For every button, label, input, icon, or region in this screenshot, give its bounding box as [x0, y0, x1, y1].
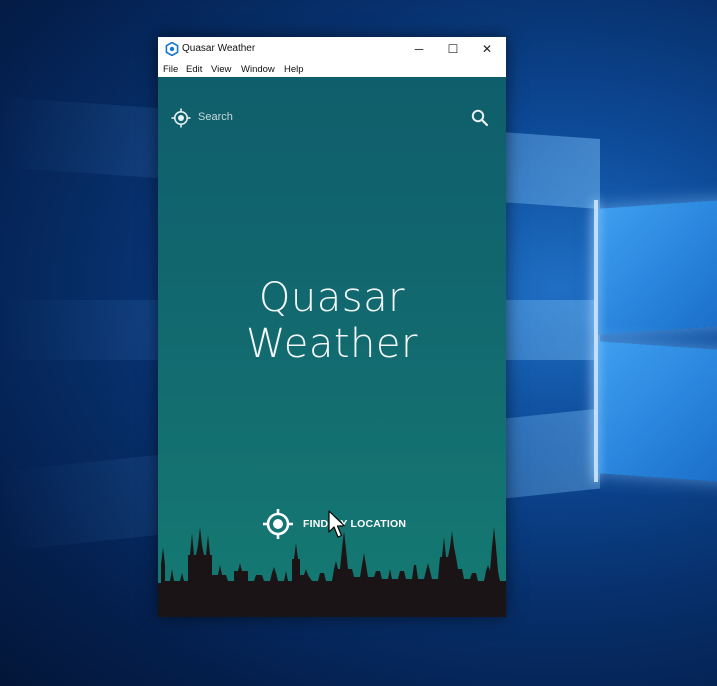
crosshair-location-icon[interactable] — [170, 107, 192, 129]
app-hero-title: Quasar Weather — [158, 275, 506, 367]
hero-title-line-2: Weather — [246, 321, 418, 367]
maximize-button[interactable]: ☐ — [436, 37, 470, 61]
windows-logo-pane — [596, 199, 717, 335]
menu-view[interactable]: View — [211, 64, 231, 75]
menu-bar: File Edit View Window Help — [158, 61, 506, 78]
menu-window[interactable]: Window — [241, 64, 275, 75]
windows-logo-edge — [594, 200, 598, 482]
quasar-logo-icon — [165, 42, 179, 56]
mouse-cursor-icon — [328, 510, 346, 538]
minimize-button[interactable]: ─ — [402, 37, 436, 61]
menu-help[interactable]: Help — [284, 64, 304, 75]
menu-edit[interactable]: Edit — [186, 64, 202, 75]
menu-file[interactable]: File — [163, 64, 178, 75]
search-bar[interactable]: Search — [170, 107, 490, 129]
window-title: Quasar Weather — [182, 43, 256, 54]
windows-logo-pane — [596, 341, 717, 483]
magnifier-icon[interactable] — [470, 108, 490, 128]
search-input[interactable]: Search — [198, 111, 233, 123]
close-button[interactable]: ✕ — [470, 37, 504, 61]
hero-title-line-1: Quasar — [258, 275, 406, 321]
title-bar[interactable]: Quasar Weather ─ ☐ ✕ — [158, 37, 506, 61]
